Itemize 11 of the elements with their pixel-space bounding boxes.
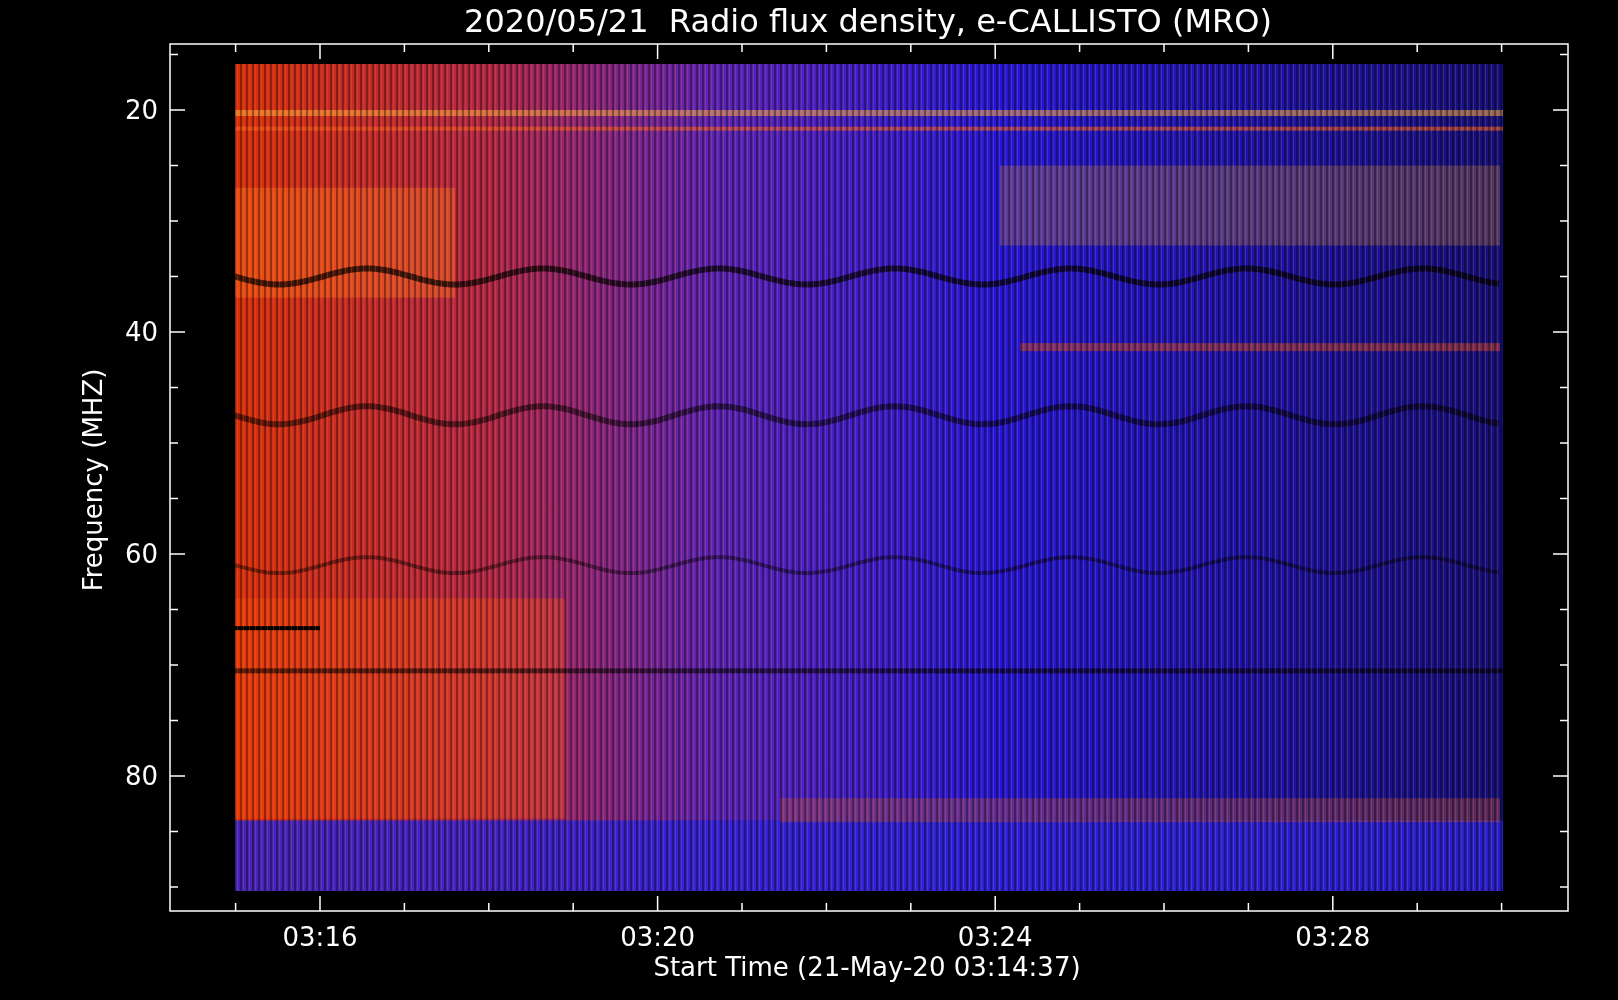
x-axis-label: Start Time (21-May-20 03:14:37) bbox=[653, 952, 1081, 982]
y-axis-label: Frequency (MHZ) bbox=[78, 368, 108, 592]
axis-tick-label: 40 bbox=[124, 317, 158, 347]
axis-tick-label: 03:28 bbox=[1295, 922, 1371, 952]
axis-tick-label: 03:24 bbox=[957, 922, 1033, 952]
axis-tick-label: 03:20 bbox=[620, 922, 696, 952]
chart-title: 2020/05/21 Radio flux density, e-CALLISTO (MRO) bbox=[464, 2, 1272, 40]
axis-tick-label: 03:16 bbox=[282, 922, 358, 952]
axis-tick-label: 60 bbox=[124, 539, 158, 569]
axis-tick-label: 80 bbox=[124, 761, 158, 791]
axis-tick-label: 20 bbox=[124, 95, 158, 125]
